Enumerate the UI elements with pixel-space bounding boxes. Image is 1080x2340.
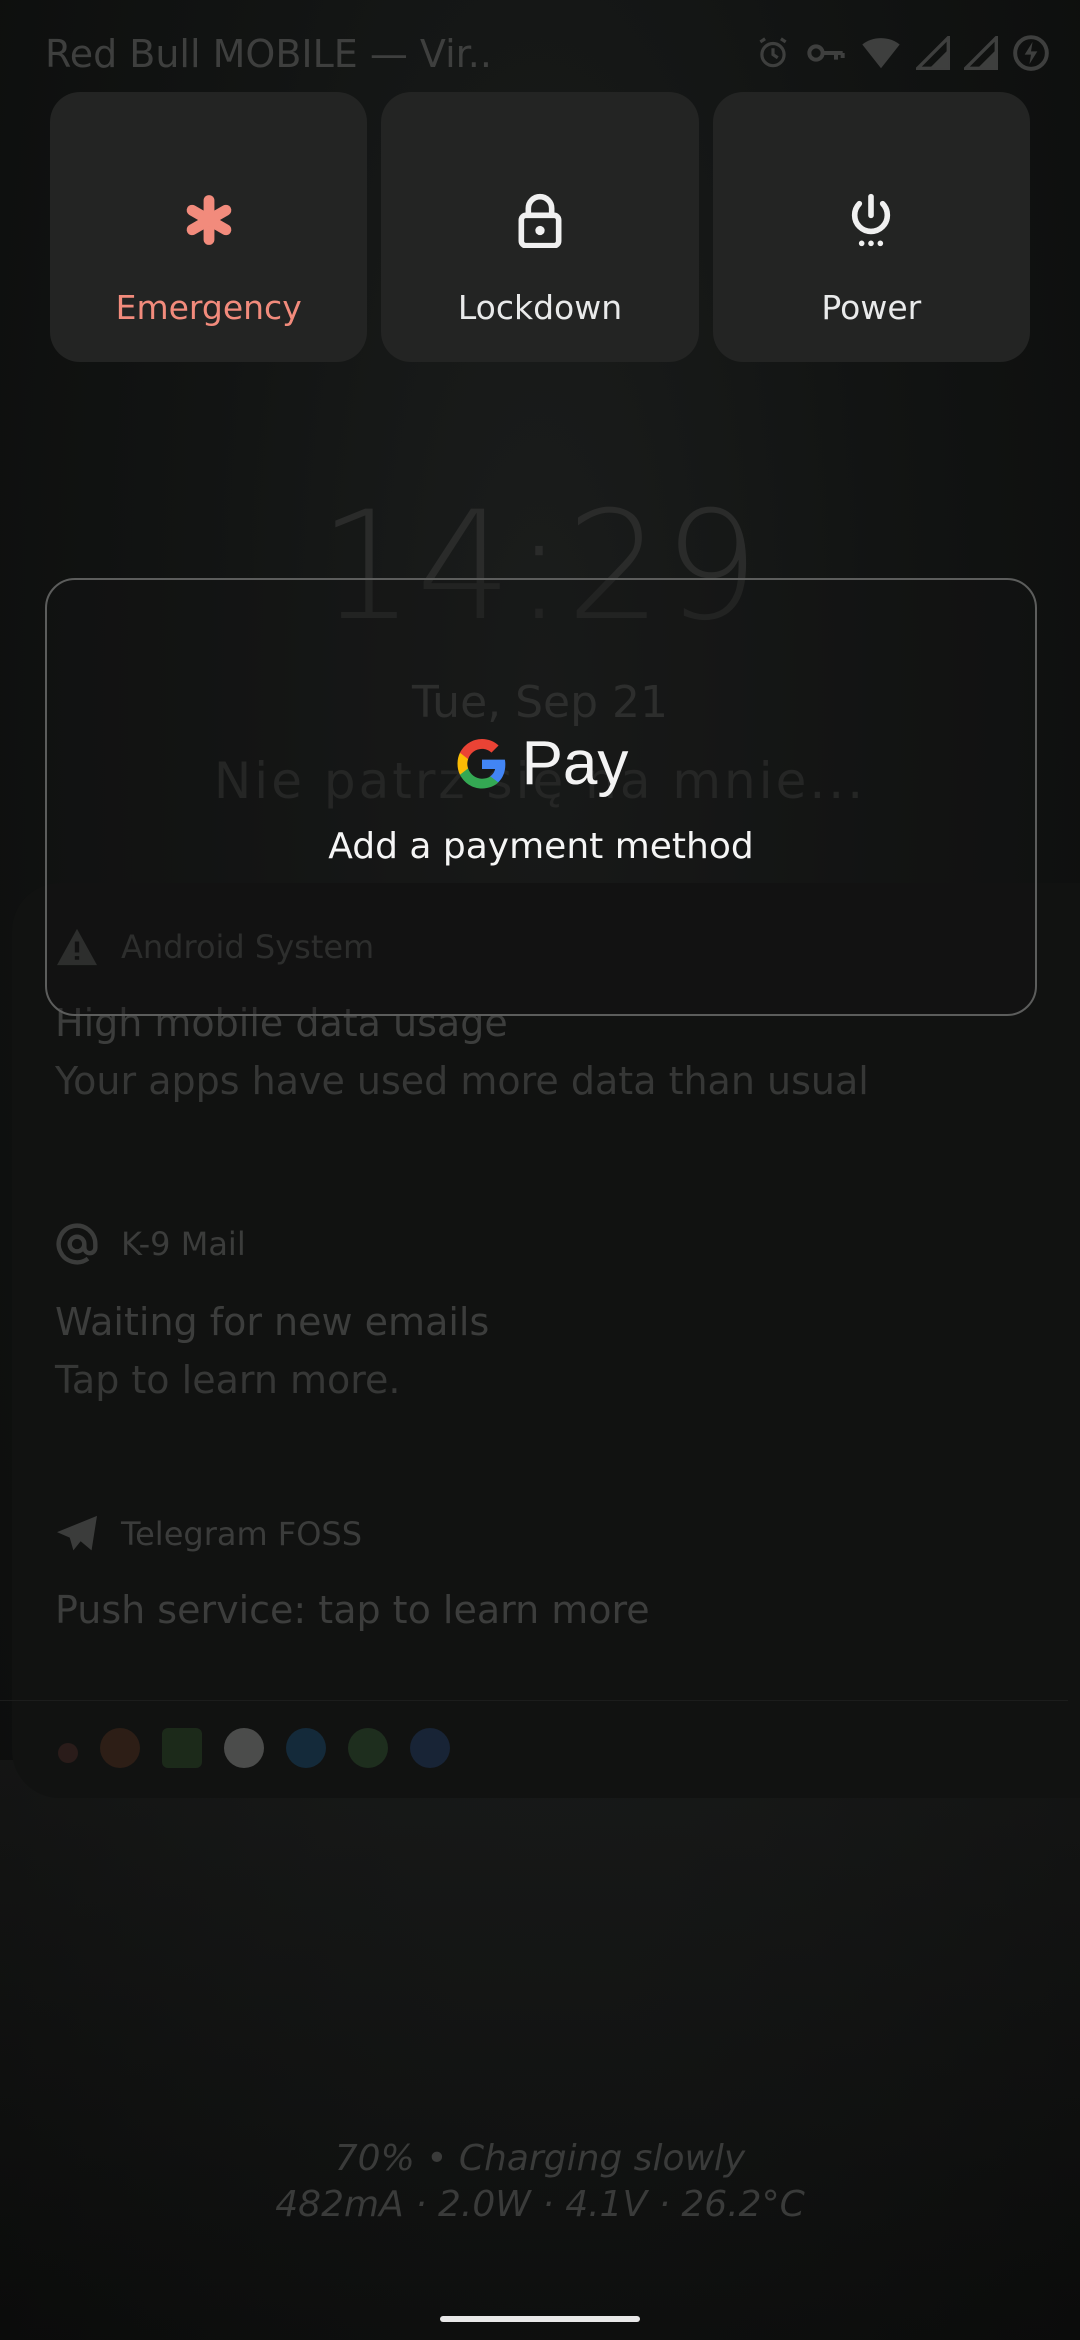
power-menu: Emergency Lockdown Power [50,92,1030,362]
gpay-wallet-card[interactable]: Pay Add a payment method [45,578,1037,1016]
notification-icon-tray [58,1728,450,1768]
notification-app-row: K-9 Mail [55,1222,489,1266]
charging-status: 70% • Charging slowly [334,2138,746,2179]
notification-text: Tap to learn more. [55,1358,401,1402]
alarm-icon [759,37,787,68]
wallpaper-tracks [0,1760,1080,2340]
add-payment-method-label: Add a payment method [328,826,754,867]
gpay-logo: Pay [47,728,1035,799]
emergency-button[interactable]: Emergency [50,92,368,362]
notification-text: Your apps have used more data than usual [55,1059,869,1103]
gpay-pay-text: Pay [521,729,629,798]
carrier-name: Red Bull MOBILE — Vir.. [45,32,492,76]
signal-icon [964,36,998,70]
emergency-asterisk-icon [186,195,231,245]
notification-divider [0,1700,1068,1701]
at-sign-icon [56,1223,98,1265]
image-icon [162,1728,202,1768]
lockdown-label: Lockdown [457,288,623,327]
wifi-icon [862,38,900,69]
battery-charging-icon [1013,35,1049,71]
notification-title: Waiting for new emails [55,1300,490,1344]
charging-details: 482mA · 2.0W · 4.1V · 26.2°C [275,2184,805,2225]
lockdown-button[interactable]: Lockdown [381,92,699,362]
notification-app-name: Telegram FOSS [121,1515,363,1553]
power-icon [852,193,891,247]
shield-icon [100,1728,140,1768]
gesture-home-bar[interactable] [440,2316,640,2322]
emergency-label: Emergency [115,288,302,327]
telegram-icon [57,1515,97,1551]
power-button[interactable]: Power [712,92,1030,362]
notification-title: Push service: tap to learn more [55,1588,650,1632]
notification-k9-mail[interactable]: K-9 Mail Waiting for new emails Tap to l… [55,1222,489,1402]
vpn-key-icon [807,44,845,62]
notification-app-row: Telegram FOSS [55,1514,650,1554]
notification-app-name: K-9 Mail [121,1225,246,1263]
status-icons [754,34,1050,72]
security-icon [410,1728,450,1768]
notification-telegram[interactable]: Telegram FOSS Push service: tap to learn… [55,1514,650,1632]
google-g-icon [457,738,505,788]
app-icon-red [58,1743,78,1763]
sync-icon [286,1728,326,1768]
phone-icon [224,1728,264,1768]
chat-icon [348,1728,388,1768]
lock-icon [518,193,562,248]
power-label: Power [821,288,922,327]
signal-icon [916,36,950,70]
